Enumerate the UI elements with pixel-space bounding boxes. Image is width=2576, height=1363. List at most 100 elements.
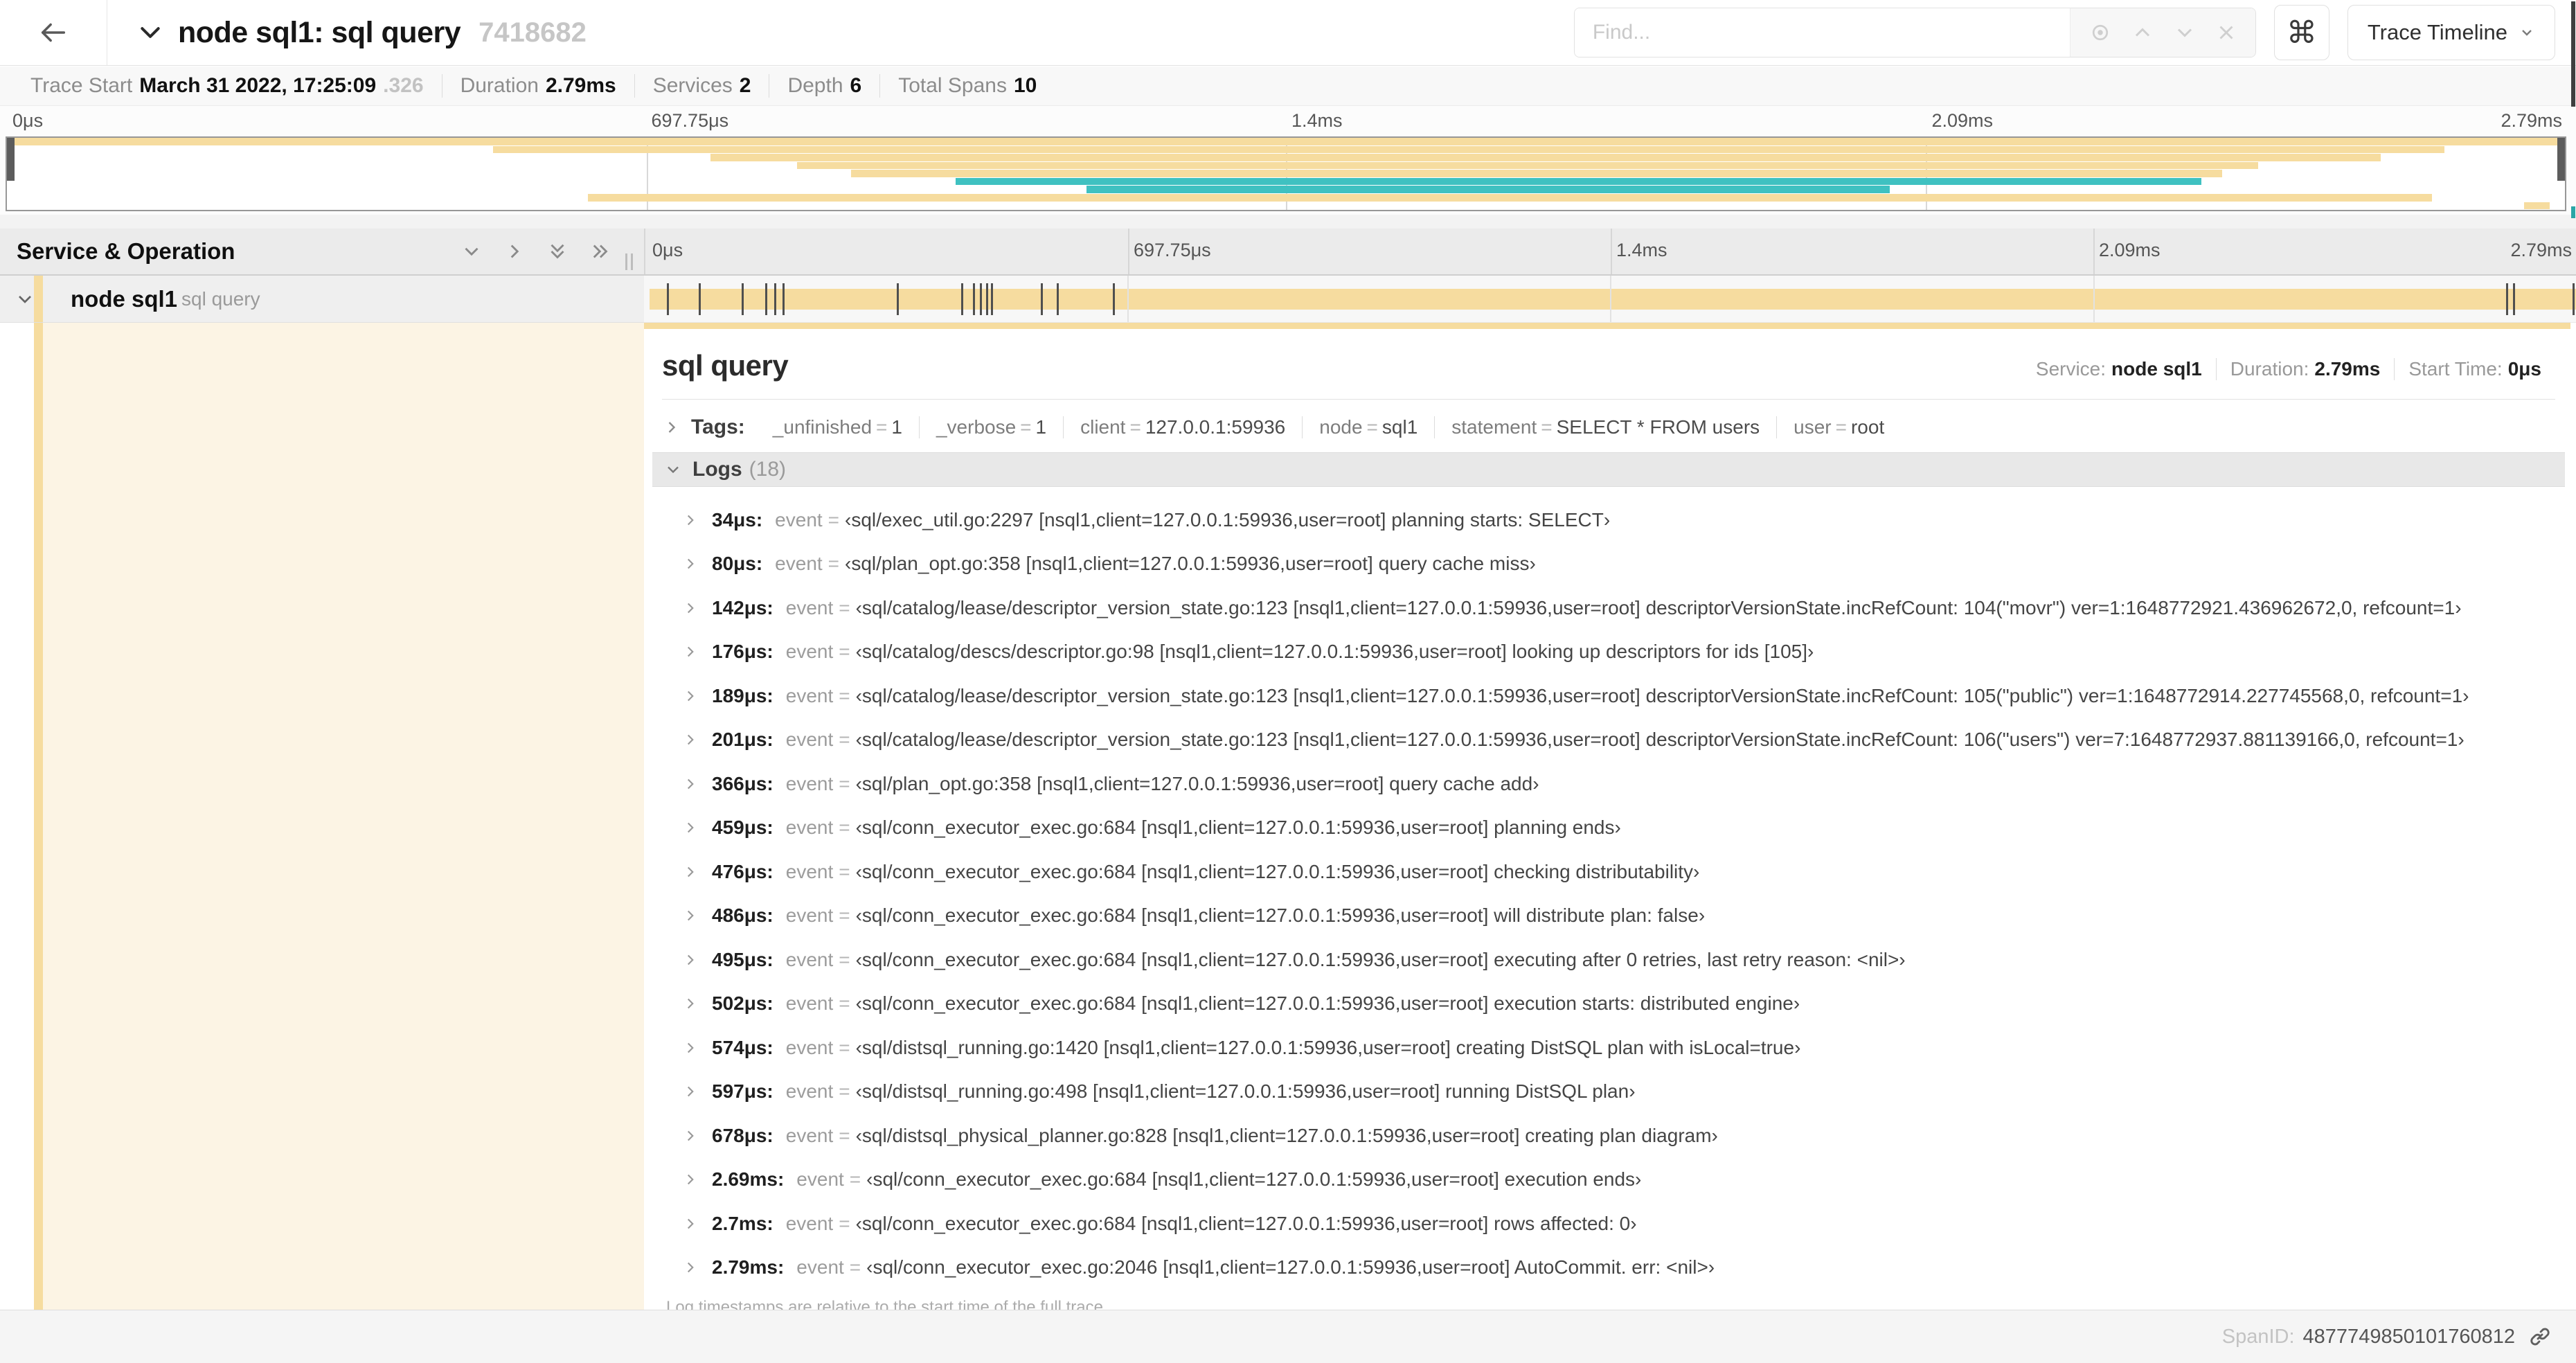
grid-line bbox=[1128, 229, 1129, 274]
selected-span-backdrop bbox=[43, 323, 644, 1310]
timeline-column-header: Service & Operation 0μs 697.75μs 1.4ms 2.09… bbox=[0, 229, 2576, 276]
chevron-down-icon bbox=[663, 460, 683, 479]
tick-label: 1.4ms bbox=[1616, 240, 1667, 260]
collapse-one-icon[interactable] bbox=[460, 240, 483, 263]
tag-list: _unfinished = 1 _verbose = 1 client = 127.0.0.1:… bbox=[756, 416, 1901, 438]
log-entry[interactable]: 486μs: event = ‹sql/conn_executor_exec.go:6… bbox=[662, 894, 2555, 938]
log-marker bbox=[699, 283, 701, 315]
link-icon[interactable] bbox=[2528, 1324, 2552, 1349]
prev-match-icon[interactable] bbox=[2130, 20, 2155, 45]
chevron-right-icon bbox=[681, 555, 699, 573]
chevron-right-icon bbox=[681, 995, 699, 1013]
log-entry[interactable]: 574μs: event = ‹sql/distsql_running.go:1420… bbox=[662, 1026, 2555, 1070]
trace-view-selector[interactable]: Trace Timeline bbox=[2347, 5, 2555, 60]
minimap-span-bar bbox=[587, 193, 2432, 202]
next-match-icon[interactable] bbox=[2172, 20, 2197, 45]
log-marker bbox=[742, 283, 744, 315]
detail-header: sql query Service: node sql1 Duration: 2.7… bbox=[662, 349, 2555, 382]
expand-one-icon[interactable] bbox=[503, 240, 526, 263]
log-entry[interactable]: 366μs: event = ‹sql/plan_opt.go:358 [nsql1,… bbox=[662, 762, 2555, 806]
locate-icon[interactable] bbox=[2088, 20, 2113, 45]
log-marker bbox=[2513, 283, 2515, 315]
logs-footnote: Log timestamps are relative to the start… bbox=[666, 1298, 1108, 1310]
log-marker bbox=[896, 283, 899, 315]
log-entry[interactable]: 34μs: event = ‹sql/exec_util.go:2297 [nsql1… bbox=[662, 498, 2555, 542]
chevron-right-icon bbox=[662, 418, 681, 437]
tags-accordion[interactable]: Tags: _unfinished = 1 _verbose = 1 client = 127.… bbox=[662, 412, 2555, 443]
log-marker bbox=[980, 283, 982, 315]
search-input[interactable] bbox=[1574, 8, 2070, 57]
tick-label: 2.09ms bbox=[1931, 110, 1994, 131]
minimap-row bbox=[7, 202, 2565, 211]
overview-service: Service: node sql1 bbox=[2035, 358, 2202, 380]
log-entry[interactable]: 201μs: event = ‹sql/catalog/lease/descripto… bbox=[662, 718, 2555, 763]
log-entry[interactable]: 495μs: event = ‹sql/conn_executor_exec.go:6… bbox=[662, 938, 2555, 982]
expand-all-icon[interactable] bbox=[589, 240, 612, 263]
tick-label: 697.75μs bbox=[651, 110, 729, 131]
log-entry[interactable]: 2.7ms: event = ‹sql/conn_executor_exec.go:6… bbox=[662, 1202, 2555, 1246]
trace-summary-item: Duration 2.79ms bbox=[441, 74, 634, 98]
minimap-row bbox=[7, 186, 2565, 194]
log-marker bbox=[2506, 283, 2508, 315]
log-entry[interactable]: 502μs: event = ‹sql/conn_executor_exec.go:6… bbox=[662, 982, 2555, 1026]
tag-item: _verbose = 1 bbox=[918, 416, 1063, 438]
log-entry[interactable]: 176μs: event = ‹sql/catalog/descs/descripto… bbox=[662, 630, 2555, 675]
chevron-right-icon bbox=[681, 1215, 699, 1233]
divider-band bbox=[0, 215, 2576, 229]
grid-line bbox=[1610, 276, 1611, 322]
log-entry[interactable]: 2.69ms: event = ‹sql/conn_executor_exec.go:… bbox=[662, 1158, 2555, 1202]
scrollbar-thumb[interactable] bbox=[2571, 1, 2575, 107]
collapse-all-icon[interactable] bbox=[546, 240, 569, 263]
log-entry[interactable]: 678μs: event = ‹sql/distsql_physical_planne… bbox=[662, 1114, 2555, 1158]
top-controls: ⌘ Trace Timeline bbox=[1573, 5, 2576, 60]
chevron-down-icon[interactable] bbox=[14, 288, 36, 310]
log-entry[interactable]: 2.79ms: event = ‹sql/conn_executor_exec.go:… bbox=[662, 1246, 2555, 1290]
tag-item: node = sql1 bbox=[1302, 416, 1434, 438]
log-marker bbox=[666, 283, 669, 315]
chevron-right-icon bbox=[681, 1039, 699, 1057]
tick-label: 1.4ms bbox=[1291, 110, 1343, 131]
minimap-span-bar bbox=[851, 170, 2222, 177]
span-name-cell[interactable]: node sql1 sql query bbox=[0, 276, 644, 323]
minimap-canvas[interactable] bbox=[6, 136, 2566, 211]
service-name: node sql1 bbox=[71, 285, 178, 312]
scrollbar[interactable] bbox=[2570, 0, 2576, 1363]
clear-search-icon[interactable] bbox=[2215, 21, 2238, 44]
minimap-row bbox=[7, 193, 2565, 202]
command-icon: ⌘ bbox=[2286, 15, 2317, 50]
scrollbar-match-mark bbox=[2571, 206, 2575, 218]
trace-summary-bar: Trace Start March 31 2022, 17:25:09.326 Du… bbox=[0, 66, 2576, 106]
column-resizer-grip[interactable] bbox=[625, 253, 633, 270]
log-entry[interactable]: 142μs: event = ‹sql/catalog/lease/descripto… bbox=[662, 586, 2555, 630]
chevron-right-icon bbox=[681, 643, 699, 661]
logs-accordion-header[interactable]: Logs (18) bbox=[652, 452, 2565, 487]
keyboard-shortcuts-button[interactable]: ⌘ bbox=[2273, 5, 2329, 60]
chevron-right-icon bbox=[681, 687, 699, 705]
chevron-right-icon bbox=[681, 1258, 699, 1276]
span-duration-bar[interactable] bbox=[650, 288, 2576, 310]
log-marker bbox=[1057, 283, 1059, 315]
chevron-right-icon bbox=[681, 1170, 699, 1188]
log-entry[interactable]: 80μs: event = ‹sql/plan_opt.go:358 [nsql1,c… bbox=[662, 542, 2555, 587]
chevron-right-icon bbox=[681, 907, 699, 925]
log-entry[interactable]: 597μs: event = ‹sql/distsql_running.go:498 … bbox=[662, 1070, 2555, 1114]
trace-summary-item: Trace Start March 31 2022, 17:25:09.326 bbox=[30, 74, 424, 97]
minimap-left-scrubber[interactable] bbox=[7, 138, 15, 181]
grid-line bbox=[2093, 229, 2095, 274]
minimap-span-bar bbox=[7, 138, 2565, 145]
log-marker bbox=[782, 283, 785, 315]
span-color-strip bbox=[34, 276, 43, 322]
timeline-ticks-header: 0μs 697.75μs 1.4ms 2.09ms 2.79ms bbox=[644, 229, 2576, 274]
collapse-controls bbox=[460, 240, 644, 263]
trace-summary-item: Depth 6 bbox=[769, 74, 879, 98]
log-entry[interactable]: 459μs: event = ‹sql/conn_executor_exec.go:6… bbox=[662, 806, 2555, 850]
grid-line bbox=[1127, 276, 1129, 322]
logs-count: (18) bbox=[749, 458, 787, 481]
chevron-down-icon[interactable] bbox=[136, 19, 164, 46]
log-entry[interactable]: 476μs: event = ‹sql/conn_executor_exec.go:6… bbox=[662, 850, 2555, 894]
log-entry[interactable]: 189μs: event = ‹sql/catalog/lease/descripto… bbox=[662, 674, 2555, 718]
span-timeline-track[interactable] bbox=[644, 276, 2576, 323]
back-button[interactable] bbox=[0, 0, 107, 65]
detail-name-column bbox=[0, 323, 644, 1310]
minimap-right-scrubber[interactable] bbox=[2557, 138, 2565, 181]
